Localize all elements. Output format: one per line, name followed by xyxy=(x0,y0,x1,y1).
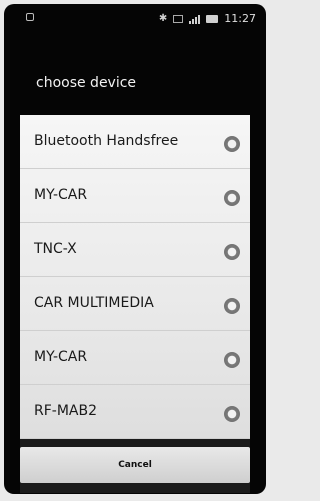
radio-button[interactable] xyxy=(224,406,240,422)
device-item[interactable]: MY-CAR xyxy=(20,331,250,385)
radio-button[interactable] xyxy=(224,298,240,314)
radio-button[interactable] xyxy=(224,190,240,206)
status-bar: ✱ 11:27 xyxy=(4,4,266,32)
cancel-button[interactable]: Cancel xyxy=(20,447,250,483)
status-icons: ✱ 11:27 xyxy=(159,12,256,25)
device-item[interactable]: Bluetooth Handsfree xyxy=(20,115,250,169)
dialog-footer: Cancel xyxy=(20,439,250,493)
device-item[interactable]: CAR MULTIMEDIA xyxy=(20,277,250,331)
device-label: Bluetooth Handsfree xyxy=(34,133,179,149)
bluetooth-icon: ✱ xyxy=(158,13,168,24)
device-label: TNC-X xyxy=(34,241,77,257)
device-list: Bluetooth Handsfree MY-CAR TNC-X CAR MUL… xyxy=(20,115,250,439)
device-item[interactable]: RF-MAB2 xyxy=(20,385,250,439)
device-label: RF-MAB2 xyxy=(34,403,97,419)
battery-icon xyxy=(206,14,219,23)
signal-icon xyxy=(189,14,201,24)
radio-button[interactable] xyxy=(224,136,240,152)
device-label: CAR MULTIMEDIA xyxy=(34,295,154,311)
clock: 11:27 xyxy=(224,12,256,25)
device-label: MY-CAR xyxy=(34,187,88,203)
notification-icon xyxy=(26,13,34,21)
dialog-title: choose device xyxy=(36,75,137,91)
radio-button[interactable] xyxy=(224,352,240,368)
phone-screen: ✱ 11:27 choose device Bluetooth Handsfre… xyxy=(4,4,266,494)
device-item[interactable]: TNC-X xyxy=(20,223,250,277)
device-label: MY-CAR xyxy=(34,349,88,365)
radio-button[interactable] xyxy=(224,244,240,260)
device-item[interactable]: MY-CAR xyxy=(20,169,250,223)
vibrate-icon xyxy=(173,14,184,23)
